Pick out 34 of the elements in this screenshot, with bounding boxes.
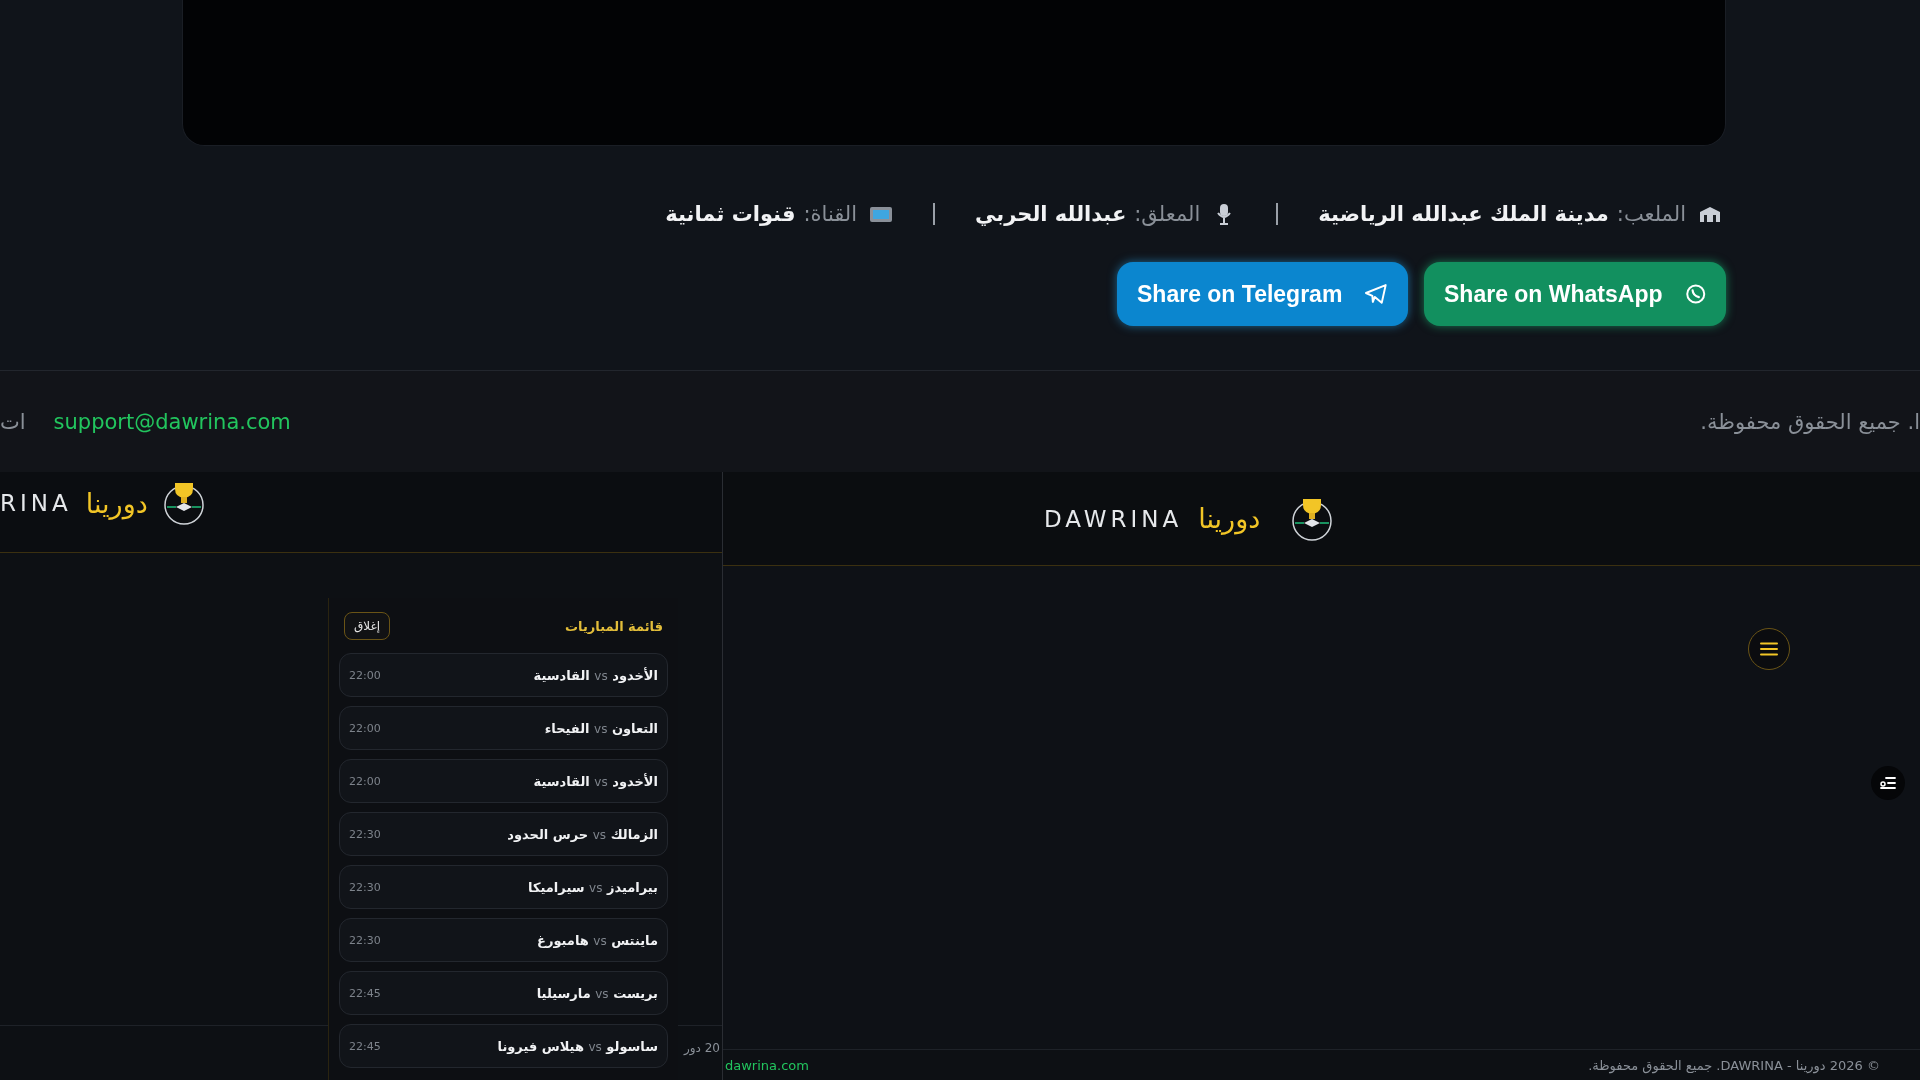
- match-time: 22:45: [349, 1039, 381, 1053]
- brand-name: دورينا: [85, 487, 148, 519]
- website-link[interactable]: dawrina.com: [725, 1057, 809, 1073]
- match-time: 22:00: [349, 721, 381, 735]
- match-time: 22:00: [349, 774, 381, 788]
- filter-button[interactable]: [1871, 766, 1905, 800]
- match-time: 22:30: [349, 880, 381, 894]
- trophy-logo: [1290, 496, 1335, 541]
- menu-icon: [1760, 642, 1778, 656]
- whatsapp-share-button[interactable]: Share on WhatsApp: [1424, 262, 1726, 326]
- menu-button[interactable]: [1748, 628, 1790, 670]
- match-time: 22:30: [349, 827, 381, 841]
- footer-text: ات: [0, 409, 26, 434]
- trophy-logo: [161, 481, 206, 525]
- close-button[interactable]: إغلاق: [344, 612, 391, 640]
- info-label: القناة:: [803, 202, 858, 226]
- match-time: 22:45: [349, 986, 381, 1000]
- info-value: عبدالله الحربي: [975, 202, 1127, 226]
- info-value: مدينة الملك عبدالله الرياضية: [1318, 202, 1609, 226]
- sliders-icon: [1880, 776, 1896, 790]
- info-label: المعلق:: [1134, 202, 1201, 226]
- match-time: 22:30: [349, 933, 381, 947]
- copyright-text: ا. جميع الحقوق محفوظة.: [1700, 409, 1920, 434]
- telegram-share-button[interactable]: Share on Telegram: [1117, 262, 1408, 326]
- email-link[interactable]: support@dawrina.com: [53, 409, 291, 434]
- panel-title: قائمة المباريات: [565, 618, 663, 634]
- brand-name: DAWRINA: [1044, 505, 1183, 532]
- copyright-text: © 2026 دورينا - DAWRINA. جميع الحقوق محفوظة.: [1588, 1057, 1880, 1073]
- brand-name: دورينا: [1198, 503, 1261, 534]
- brand-name: RINA: [0, 490, 72, 516]
- match-time: 22:00: [349, 668, 381, 682]
- info-value: قنوات ثمانية: [665, 202, 796, 226]
- copyright-text: 20 دور: [683, 1041, 720, 1055]
- info-label: الملعب:: [1616, 202, 1686, 226]
